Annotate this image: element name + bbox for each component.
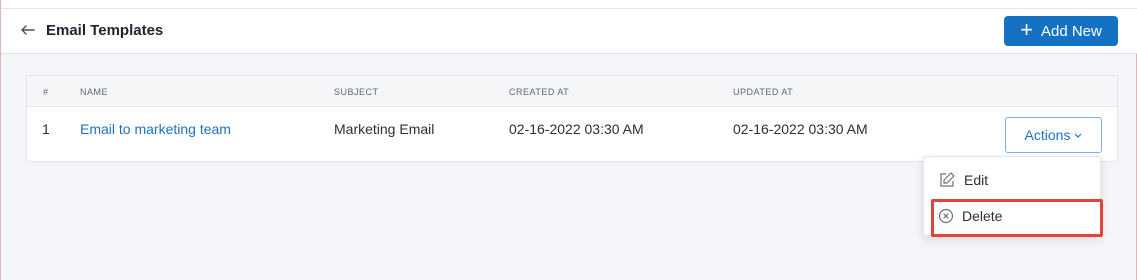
plus-icon: +: [1020, 17, 1033, 42]
page-title: Email Templates: [46, 22, 164, 39]
column-header-updated-at: UPDATED AT: [733, 87, 794, 97]
actions-button[interactable]: Actions: [1005, 117, 1102, 153]
edit-icon: [940, 172, 955, 187]
template-name-link[interactable]: Email to marketing team: [80, 121, 231, 137]
add-new-label: Add New: [1040, 22, 1102, 40]
updated-at: 02-16-2022 03:30 AM: [733, 121, 868, 137]
column-header-index: #: [43, 87, 49, 97]
menu-item-edit-label: Edit: [964, 172, 989, 188]
column-header-subject: SUBJECT: [334, 87, 379, 97]
menu-item-delete-label: Delete: [962, 208, 1003, 224]
actions-dropdown-menu: Edit Delete: [923, 156, 1101, 236]
template-subject: Marketing Email: [334, 121, 435, 137]
page-header: Email Templates + Add New: [1, 9, 1137, 54]
row-index: 1: [42, 121, 50, 137]
created-at: 02-16-2022 03:30 AM: [509, 121, 644, 137]
actions-label: Actions: [1024, 127, 1071, 143]
column-header-name: NAME: [80, 87, 109, 97]
templates-table: # NAME SUBJECT CREATED AT UPDATED AT 1 E…: [26, 75, 1118, 162]
column-header-created-at: CREATED AT: [509, 87, 570, 97]
menu-item-edit[interactable]: Edit: [924, 162, 1100, 198]
add-new-button[interactable]: + Add New: [1004, 16, 1118, 46]
menu-item-delete[interactable]: Delete: [924, 198, 1100, 234]
chevron-down-icon: [1075, 133, 1082, 138]
back-arrow-icon[interactable]: [19, 21, 37, 39]
top-strip: [1, 0, 1137, 9]
table-header: # NAME SUBJECT CREATED AT UPDATED AT: [27, 76, 1117, 107]
delete-circle-x-icon: [938, 208, 954, 224]
